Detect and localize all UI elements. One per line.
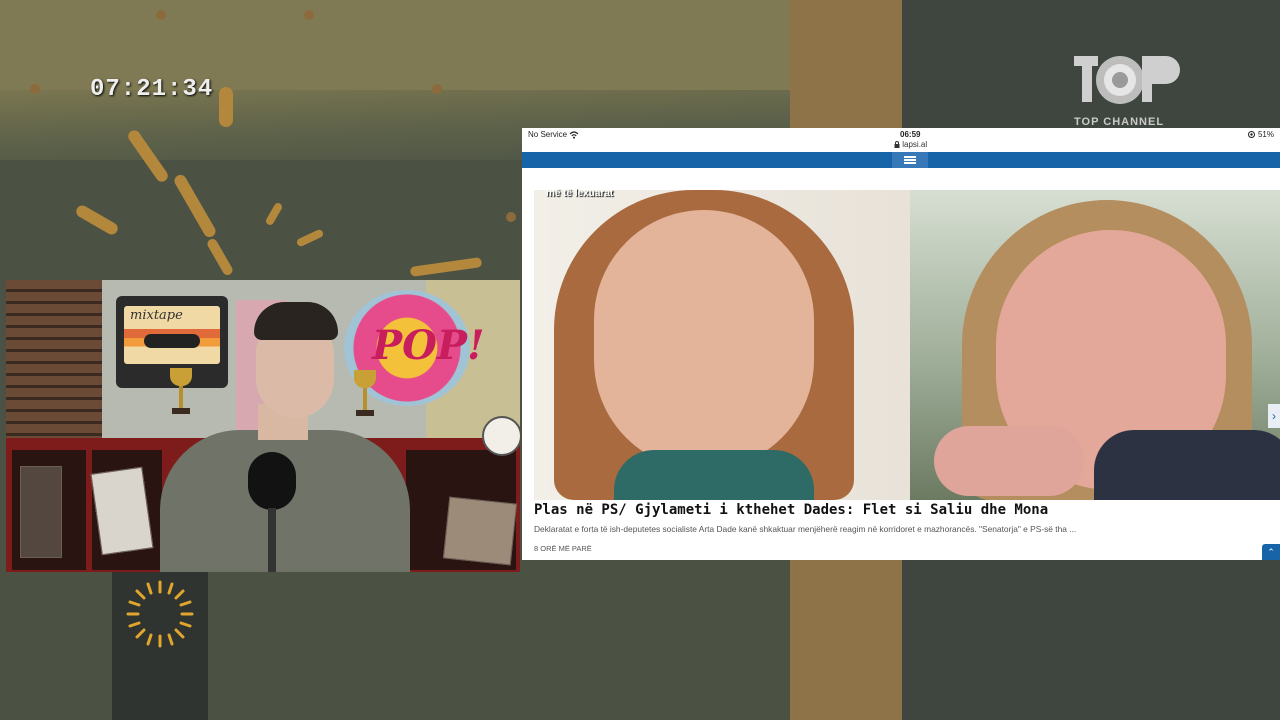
battery-percent: 51% (1257, 130, 1274, 139)
vinyl-record-sleeve (20, 466, 62, 558)
address-bar[interactable]: lapsi.al (894, 140, 927, 149)
channel-logo-text: TOP CHANNEL (1074, 116, 1165, 128)
photo-left-scarf (614, 450, 814, 500)
sun-icon (126, 580, 194, 648)
photo-left-face (594, 210, 814, 470)
slider-next-arrow[interactable]: › (1268, 404, 1280, 428)
wifi-icon (569, 131, 579, 139)
cassette-reels (144, 334, 200, 348)
trophy (354, 370, 376, 416)
host-hair (254, 302, 338, 340)
article-time-ago: 8 ORË MË PARË (534, 544, 592, 553)
address-url: lapsi.al (902, 140, 928, 149)
decor-ray (219, 87, 233, 127)
vinyl-record-sleeve (442, 496, 518, 566)
studio-camera-feed: mixtape POP! (6, 280, 520, 572)
decor-dot (506, 212, 516, 222)
status-time: 06:59 (900, 130, 921, 139)
ios-status-bar: No Service 06:59 lapsi.al 51% (522, 128, 1280, 152)
hamburger-menu-icon (904, 156, 916, 164)
photo-right-jacket (1094, 430, 1280, 500)
carrier-label: No Service (528, 130, 568, 139)
microphone (248, 452, 296, 510)
article-summary: Deklaratat e forta të ish-deputetes soci… (534, 524, 1077, 534)
decor-dot (30, 84, 40, 94)
cassette-title: mixtape (130, 308, 183, 323)
wall-clock (482, 416, 520, 456)
pop-art-text: POP! (372, 322, 485, 369)
featured-article-image[interactable]: › (534, 190, 1280, 500)
top-channel-logo-icon (1074, 56, 1180, 104)
vinyl-record-sleeve (90, 466, 154, 556)
decor-dot (432, 84, 442, 94)
photo-right-hand (934, 426, 1084, 496)
decor-dot (304, 10, 314, 20)
carrier-status: No Service (528, 130, 579, 139)
trophy (170, 368, 192, 414)
menu-button[interactable] (892, 152, 928, 168)
tablet-browser-screen: No Service 06:59 lapsi.al 51% › më të le… (522, 128, 1280, 560)
scroll-top-button[interactable]: ⌃ (1262, 544, 1280, 560)
lock-icon (894, 141, 900, 149)
channel-logo: TOP CHANNEL (1068, 50, 1180, 130)
battery-status: 51% (1247, 130, 1274, 139)
decor-dot (156, 10, 166, 20)
orientation-lock-icon (1247, 131, 1255, 139)
article-headline[interactable]: Plas në PS/ Gjylameti i kthehet Dades: F… (534, 502, 1048, 518)
most-read-label: më të lexuarat (546, 188, 614, 199)
broadcast-clock: 07:21:34 (90, 76, 214, 103)
microphone-arm (268, 508, 276, 572)
